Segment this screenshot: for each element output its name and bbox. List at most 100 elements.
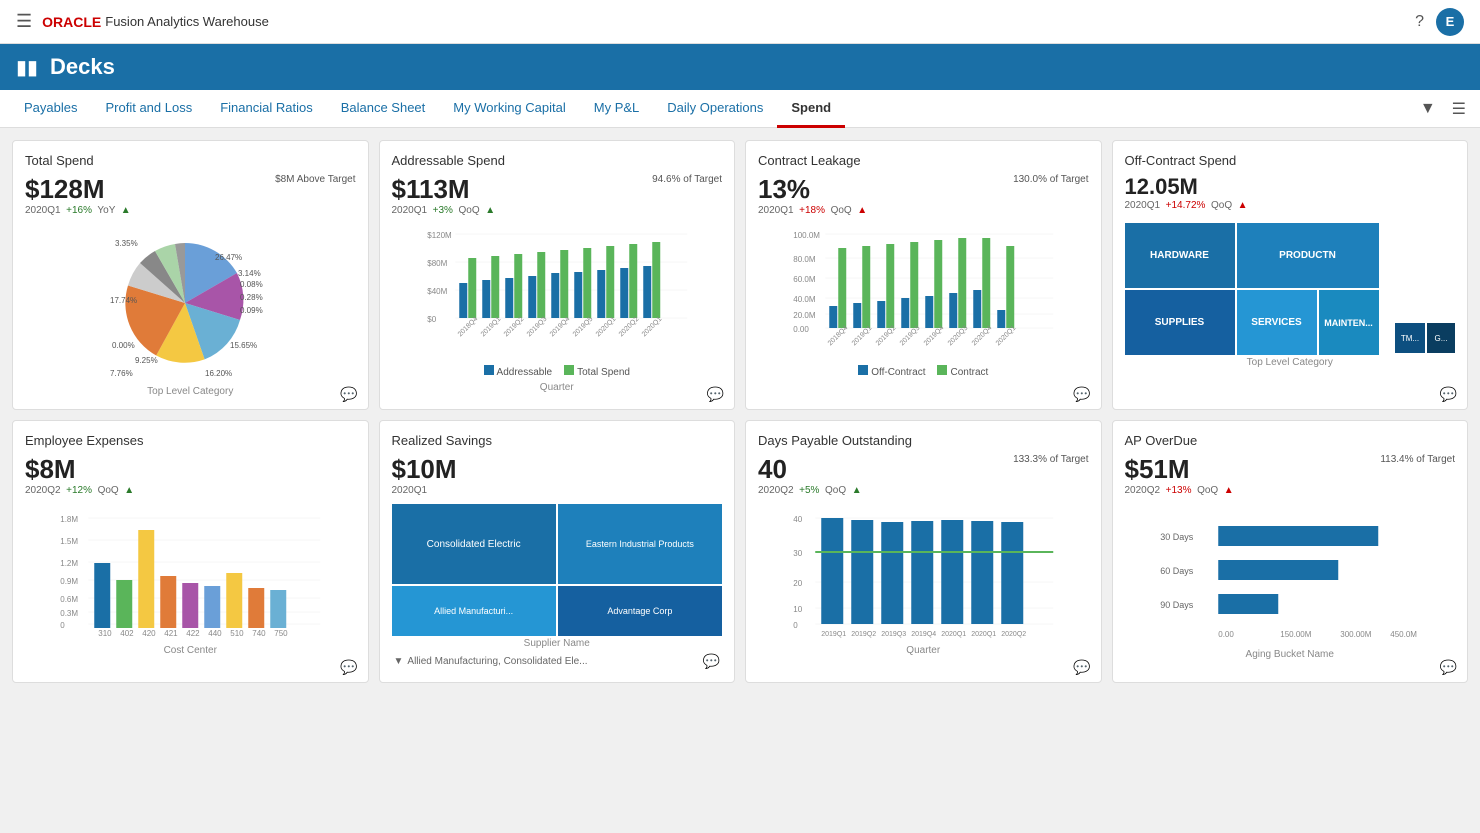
- app-name: Fusion Analytics Warehouse: [105, 14, 269, 29]
- card-title-employee-expenses: Employee Expenses: [25, 433, 356, 448]
- card-footer-off-contract[interactable]: 💬: [1440, 386, 1457, 403]
- svg-text:2020Q1: 2020Q1: [971, 631, 996, 638]
- svg-text:1.8M: 1.8M: [60, 515, 78, 524]
- svg-text:440: 440: [208, 629, 222, 638]
- filter-label-savings: Allied Manufacturing, Consolidated Ele..…: [407, 656, 587, 667]
- svg-text:80.0M: 80.0M: [793, 255, 816, 264]
- tab-financial-ratios[interactable]: Financial Ratios: [206, 90, 327, 128]
- card-value-off-contract: 12.05M: [1125, 174, 1248, 200]
- card-target-ap-overdue: 113.4% of Target: [1380, 454, 1455, 465]
- svg-text:60 Days: 60 Days: [1160, 566, 1194, 576]
- card-title-realized-savings: Realized Savings: [392, 433, 723, 448]
- tab-daily-operations[interactable]: Daily Operations: [653, 90, 777, 128]
- svg-text:0.3M: 0.3M: [60, 609, 78, 618]
- avatar[interactable]: E: [1436, 8, 1464, 36]
- svg-text:2019Q3: 2019Q3: [881, 631, 906, 638]
- svg-text:2019Q5: 2019Q5: [571, 316, 594, 339]
- legend-contract-leakage: Off-Contract Contract: [758, 365, 1089, 378]
- card-title-addressable: Addressable Spend: [392, 153, 723, 168]
- card-target-addressable: 94.6% of Target: [652, 174, 722, 185]
- tab-my-pl[interactable]: My P&L: [580, 90, 654, 128]
- svg-text:1.2M: 1.2M: [60, 559, 78, 568]
- pie-chart-total-spend: 26.47% 3.35% 17.74% 0.00% 9.25% 16.20% 1…: [25, 228, 356, 378]
- card-off-contract-spend: Off-Contract Spend 12.05M 2020Q1 +14.72%…: [1112, 140, 1469, 410]
- bar-chart-contract-leakage: 100.0M 80.0M 60.0M 40.0M 20.0M 0.00: [758, 228, 1089, 361]
- chart-label-days-payable: Quarter: [758, 645, 1089, 656]
- comment-icon-2: 💬: [707, 386, 724, 402]
- card-footer-employee-expenses[interactable]: 💬: [340, 659, 357, 676]
- card-footer-addressable[interactable]: 💬: [707, 386, 724, 403]
- svg-text:150.00M: 150.00M: [1280, 630, 1311, 639]
- tab-spend[interactable]: Spend: [777, 90, 845, 128]
- comment-icon: 💬: [340, 386, 357, 402]
- svg-text:90 Days: 90 Days: [1160, 600, 1194, 610]
- svg-text:60.0M: 60.0M: [793, 275, 816, 284]
- svg-text:0.00: 0.00: [793, 325, 809, 334]
- treemap-cell-tm: TM...: [1395, 323, 1425, 353]
- comment-icon-7: 💬: [1073, 659, 1090, 675]
- card-ap-overdue: AP OverDue $51M 2020Q2 +13% QoQ ▲ 113.4%…: [1112, 420, 1469, 683]
- svg-text:0.6M: 0.6M: [60, 595, 78, 604]
- cards-row-1: Total Spend $128M 2020Q1 +16% YoY ▲ $8M …: [12, 140, 1468, 410]
- card-title-days-payable: Days Payable Outstanding: [758, 433, 1089, 448]
- oracle-wordmark: ORACLE: [42, 14, 101, 30]
- chart-label-addressable: Quarter: [392, 382, 723, 393]
- tab-balance-sheet[interactable]: Balance Sheet: [327, 90, 440, 128]
- bar-chart-employee-expenses: 1.8M 1.5M 1.2M 0.9M 0.6M 0.3M 0: [25, 508, 356, 641]
- tab-working-capital[interactable]: My Working Capital: [439, 90, 579, 128]
- treemap-realized-savings: Consolidated Electric Eastern Industrial…: [392, 504, 723, 634]
- svg-text:0.00%: 0.00%: [112, 341, 135, 350]
- treemap-cell-productn: PRODUCTN: [1237, 223, 1379, 288]
- card-sub-contract-leakage: 2020Q1 +18% QoQ ▲: [758, 205, 867, 216]
- chart-label-realized-savings: Supplier Name: [392, 638, 723, 649]
- topbar: ☰ ORACLE Fusion Analytics Warehouse ? E: [0, 0, 1480, 44]
- svg-text:2020Q2: 2020Q2: [617, 316, 640, 339]
- chart-label-employee-expenses: Cost Center: [25, 645, 356, 656]
- tab-profit-loss[interactable]: Profit and Loss: [91, 90, 206, 128]
- comment-icon-6[interactable]: 💬: [703, 653, 720, 670]
- svg-text:2019Q3: 2019Q3: [525, 316, 548, 339]
- svg-text:420: 420: [142, 629, 156, 638]
- card-title-total-spend: Total Spend: [25, 153, 356, 168]
- filter-icon[interactable]: ▼: [1416, 96, 1440, 122]
- card-target-days-payable: 133.3% of Target: [1013, 454, 1088, 465]
- help-icon[interactable]: ?: [1415, 13, 1424, 31]
- tab-payables[interactable]: Payables: [10, 90, 91, 128]
- card-sub-employee-expenses: 2020Q2 +12% QoQ ▲: [25, 485, 134, 496]
- card-footer-realized-savings: ▼ Allied Manufacturing, Consolidated Ele…: [392, 653, 723, 670]
- card-addressable-spend: Addressable Spend $113M 2020Q1 +3% QoQ ▲…: [379, 140, 736, 410]
- bar-chart-addressable: $120M $80M $40M $0: [392, 228, 723, 361]
- svg-text:7.76%: 7.76%: [110, 369, 133, 378]
- card-value-days-payable: 40: [758, 454, 862, 485]
- svg-text:422: 422: [186, 629, 200, 638]
- decks-icon: ▮▮: [16, 55, 38, 80]
- svg-text:510: 510: [230, 629, 244, 638]
- svg-text:20.0M: 20.0M: [793, 311, 816, 320]
- card-footer-total-spend[interactable]: 💬: [340, 386, 357, 403]
- card-value-employee-expenses: $8M: [25, 454, 134, 485]
- card-value-addressable: $113M: [392, 174, 496, 205]
- svg-text:0.28%: 0.28%: [240, 293, 263, 302]
- menu-icon[interactable]: ☰: [1448, 95, 1470, 123]
- svg-text:2020Q1: 2020Q1: [594, 316, 617, 339]
- chart-label-total-spend: Top Level Category: [25, 386, 356, 397]
- svg-text:2019Q1: 2019Q1: [479, 316, 502, 339]
- card-contract-leakage: Contract Leakage 13% 2020Q1 +18% QoQ ▲ 1…: [745, 140, 1102, 410]
- hamburger-icon[interactable]: ☰: [16, 11, 32, 32]
- comment-icon-3: 💬: [1073, 386, 1090, 402]
- treemap-cell-supplies: SUPPLIES: [1125, 290, 1235, 355]
- svg-text:17.74%: 17.74%: [110, 296, 137, 305]
- svg-text:2019Q1: 2019Q1: [821, 631, 846, 638]
- bar-chart-days-payable: 40 30 20 10 0: [758, 508, 1089, 641]
- card-sub-total-spend: 2020Q1 +16% YoY ▲: [25, 205, 131, 216]
- card-footer-days-payable[interactable]: 💬: [1073, 659, 1090, 676]
- svg-text:2020Q1: 2020Q1: [941, 631, 966, 638]
- filter-icon-savings: ▼: [394, 656, 404, 667]
- card-footer-ap-overdue[interactable]: 💬: [1440, 659, 1457, 676]
- svg-text:10: 10: [793, 605, 802, 614]
- treemap-off-contract: HARDWARE PRODUCTN SUPPLIES SERVICES MAIN…: [1125, 223, 1456, 353]
- card-value-contract-leakage: 13%: [758, 174, 867, 205]
- card-footer-contract-leakage[interactable]: 💬: [1073, 386, 1090, 403]
- hbar-chart-ap-overdue: 30 Days 60 Days 90 Days 0.00 150.00M 300…: [1125, 512, 1456, 645]
- svg-text:$0: $0: [427, 315, 436, 324]
